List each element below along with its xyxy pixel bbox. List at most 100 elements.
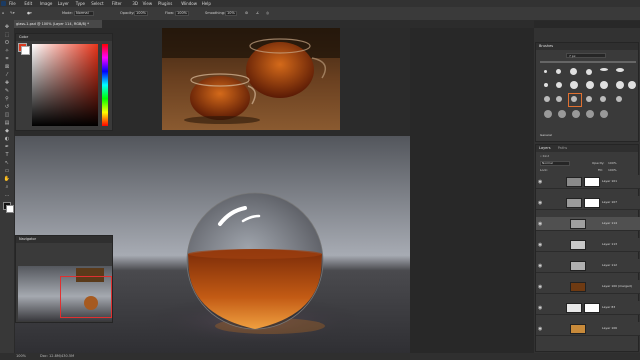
menu-type[interactable]: Type bbox=[76, 1, 85, 6]
menu-edit[interactable]: Edit bbox=[24, 1, 32, 6]
menu-image[interactable]: Image bbox=[40, 1, 53, 6]
visibility-eye-icon[interactable]: ◉ bbox=[538, 221, 542, 227]
eraser-tool-icon[interactable]: ◫ bbox=[3, 112, 11, 118]
brush-size-icon[interactable]: ●▾ bbox=[27, 11, 32, 16]
menu-bar: File Edit Image Layer Type Select Filter 3D View… bbox=[0, 0, 640, 7]
pressure-icon[interactable]: ◎ bbox=[266, 11, 269, 16]
menu-view[interactable]: View bbox=[143, 1, 153, 6]
menu-help[interactable]: Help bbox=[202, 1, 211, 6]
filter-kind-icon[interactable]: ⌕ Kind bbox=[540, 154, 549, 158]
brushes-panel-title: Brushes bbox=[536, 43, 638, 50]
brush-size-slider[interactable] bbox=[540, 61, 636, 63]
gradient-tool-icon[interactable]: ▤ bbox=[3, 120, 11, 126]
blur-tool-icon[interactable]: ◆ bbox=[3, 128, 11, 134]
layer-row[interactable]: ◉ Layer 114 bbox=[536, 217, 640, 231]
layer-thumbnail[interactable] bbox=[570, 282, 586, 292]
visibility-eye-icon[interactable]: ◉ bbox=[538, 179, 542, 185]
layer-thumbnail[interactable] bbox=[570, 219, 586, 229]
layer-row[interactable]: ◉ Layer 112 bbox=[536, 259, 640, 273]
layer-thumbnail[interactable] bbox=[570, 324, 586, 334]
layer-mask-thumbnail[interactable] bbox=[584, 303, 600, 313]
navigator-panel-title: Navigator bbox=[16, 236, 112, 243]
layer-row[interactable]: ◉ Layer 101 bbox=[536, 175, 640, 189]
menu-layer[interactable]: Layer bbox=[58, 1, 69, 6]
visibility-eye-icon[interactable]: ◉ bbox=[538, 305, 542, 311]
clone-stamp-tool-icon[interactable]: ⚲ bbox=[3, 96, 11, 102]
layer-thumbnail[interactable] bbox=[570, 261, 586, 271]
layer-thumbnail[interactable] bbox=[566, 303, 582, 313]
color-field[interactable] bbox=[32, 44, 98, 126]
smoothing-input[interactable]: 10% bbox=[225, 11, 237, 16]
shape-tool-icon[interactable]: ▭ bbox=[3, 168, 11, 174]
zoom-level[interactable]: 100% bbox=[16, 354, 26, 359]
flow-input[interactable]: 100% bbox=[175, 11, 189, 16]
crop-tool-icon[interactable]: ⌗ bbox=[3, 56, 11, 62]
layer-thumbnail[interactable] bbox=[566, 177, 582, 187]
options-bar: ⌂ ✎▾ ●▾ Mode: Normal Opacity: 100% Flow:… bbox=[0, 7, 640, 21]
navigator-preview[interactable] bbox=[18, 266, 112, 321]
layer-mask-thumbnail[interactable] bbox=[584, 198, 600, 208]
zoom-tool-icon[interactable]: ⌕ bbox=[3, 184, 11, 190]
background-color-swatch[interactable] bbox=[6, 205, 14, 213]
settings-gear-icon[interactable]: ⚙ bbox=[245, 11, 248, 16]
quick-select-tool-icon[interactable]: ✧ bbox=[3, 48, 11, 54]
tab-layers[interactable]: Layers bbox=[539, 146, 551, 150]
document-tab[interactable]: glass-1.psd @ 100% (Layer 114, RGB/8) * bbox=[14, 20, 102, 28]
layer-row[interactable]: ◉ Layer 113 bbox=[536, 238, 640, 252]
history-brush-tool-icon[interactable]: ↺ bbox=[3, 104, 11, 110]
brush-tool-preset-icon[interactable]: ✎▾ bbox=[10, 11, 15, 16]
more-tools-icon[interactable]: … bbox=[3, 192, 11, 198]
background-swatch[interactable] bbox=[21, 46, 30, 55]
tab-paths[interactable]: Paths bbox=[558, 146, 568, 150]
visibility-eye-icon[interactable]: ◉ bbox=[538, 200, 542, 206]
right-panel-dock: Brushes 7 px General Layers Paths ⌕ Kind… bbox=[534, 28, 640, 353]
layer-name: Layer 101 bbox=[602, 179, 618, 183]
brush-size-input[interactable]: 7 px bbox=[566, 53, 606, 58]
layer-row[interactable]: ◉ Layer 100 (merged) bbox=[536, 280, 640, 294]
menu-file[interactable]: File bbox=[9, 1, 16, 6]
healing-tool-icon[interactable]: ✚ bbox=[3, 80, 11, 86]
opacity-input[interactable]: 100% bbox=[134, 11, 148, 16]
menu-window[interactable]: Window bbox=[181, 1, 197, 6]
layer-row[interactable]: ◉ Layer 106 bbox=[536, 322, 640, 336]
visibility-eye-icon[interactable]: ◉ bbox=[538, 263, 542, 269]
visibility-eye-icon[interactable]: ◉ bbox=[538, 284, 542, 290]
path-select-tool-icon[interactable]: ↖ bbox=[3, 160, 11, 166]
blend-mode-select[interactable]: Normal bbox=[540, 161, 570, 166]
pen-tool-icon[interactable]: ✒ bbox=[3, 144, 11, 150]
visibility-eye-icon[interactable]: ◉ bbox=[538, 242, 542, 248]
layer-row[interactable]: ◉ Layer 107 bbox=[536, 196, 640, 210]
lock-label: Lock: bbox=[540, 168, 548, 172]
menu-3d[interactable]: 3D bbox=[132, 1, 138, 6]
layer-thumbnail[interactable] bbox=[570, 240, 586, 250]
layer-mask-thumbnail[interactable] bbox=[584, 177, 600, 187]
menu-plugins[interactable]: Plugins bbox=[158, 1, 172, 6]
home-icon[interactable]: ⌂ bbox=[2, 11, 4, 16]
visibility-eye-icon[interactable]: ◉ bbox=[538, 326, 542, 332]
layer-opacity-input[interactable]: 100% bbox=[608, 161, 617, 165]
flow-label: Flow: bbox=[165, 11, 174, 15]
move-tool-icon[interactable]: ✥ bbox=[3, 24, 11, 30]
layer-name: Layer 107 bbox=[602, 200, 618, 204]
layers-panel-header: Layers Paths bbox=[536, 145, 638, 152]
frame-tool-icon[interactable]: ⊠ bbox=[3, 64, 11, 70]
brush-tool-icon[interactable]: ✎ bbox=[3, 88, 11, 94]
marquee-tool-icon[interactable]: ⬚ bbox=[3, 32, 11, 38]
brushes-panel: Brushes 7 px General bbox=[535, 42, 639, 142]
navigator-view-box[interactable] bbox=[60, 276, 112, 318]
menu-filter[interactable]: Filter bbox=[112, 1, 122, 6]
fill-input[interactable]: 100% bbox=[608, 168, 617, 172]
type-tool-icon[interactable]: T bbox=[3, 152, 11, 158]
menu-select[interactable]: Select bbox=[91, 1, 103, 6]
layer-name: Layer 113 bbox=[602, 242, 618, 246]
angle-icon[interactable]: ∠ bbox=[256, 11, 259, 16]
hue-slider[interactable] bbox=[102, 44, 108, 126]
eyedropper-tool-icon[interactable]: ⁄ bbox=[3, 72, 11, 78]
brush-folder-general[interactable]: General bbox=[540, 133, 552, 138]
mode-select[interactable]: Normal bbox=[74, 11, 94, 16]
lasso-tool-icon[interactable]: ʘ bbox=[3, 40, 11, 46]
layer-thumbnail[interactable] bbox=[566, 198, 582, 208]
layer-row[interactable]: ◉ Layer 83 bbox=[536, 301, 640, 315]
dodge-tool-icon[interactable]: ◐ bbox=[3, 136, 11, 142]
hand-tool-icon[interactable]: ✋ bbox=[3, 176, 11, 182]
